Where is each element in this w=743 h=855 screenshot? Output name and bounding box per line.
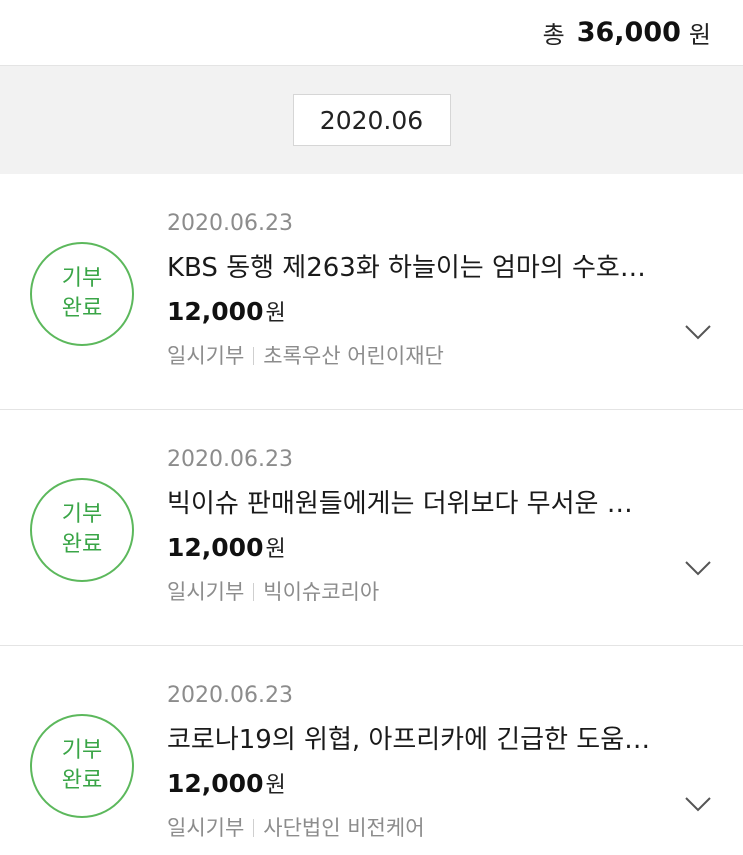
donation-amount-row: 12,000원 <box>167 530 683 566</box>
donation-amount: 12,000 <box>167 533 264 562</box>
donation-complete-badge: 기부 완료 <box>30 714 134 818</box>
badge-line2: 완료 <box>61 296 103 321</box>
donation-amount-unit: 원 <box>265 537 286 562</box>
donation-type: 일시기부 <box>167 344 245 368</box>
donation-date: 2020.06.23 <box>167 683 293 708</box>
donation-item: 기부 완료 2020.06.23 빅이슈 판매원들에게는 더위보다 무서운 … … <box>0 410 743 646</box>
donation-item: 기부 완료 2020.06.23 KBS 동행 제263화 하늘이는 엄마의 수… <box>0 174 743 410</box>
chevron-down-icon[interactable] <box>683 552 713 582</box>
donation-content: 2020.06.23 빅이슈 판매원들에게는 더위보다 무서운 … 12,000… <box>167 444 683 608</box>
total-unit: 원 <box>688 21 711 49</box>
donation-content: 2020.06.23 코로나19의 위협, 아프리카에 긴급한 도움… 12,0… <box>167 680 683 844</box>
month-band: 2020.06 <box>0 66 743 174</box>
total-amount: 36,000 <box>576 17 681 48</box>
donation-title[interactable]: 코로나19의 위협, 아프리카에 긴급한 도움… <box>167 722 683 758</box>
badge-line2: 완료 <box>61 768 103 793</box>
donation-amount-row: 12,000원 <box>167 294 683 330</box>
donation-organization: 초록우산 어린이재단 <box>263 344 444 368</box>
donation-amount-unit: 원 <box>265 773 286 798</box>
chevron-down-icon[interactable] <box>683 316 713 346</box>
donation-meta: 일시기부 초록우산 어린이재단 <box>167 340 683 372</box>
total-summary: 총 36,000 원 <box>0 0 743 66</box>
chevron-down-icon[interactable] <box>683 788 713 818</box>
donation-amount-row: 12,000원 <box>167 766 683 802</box>
donation-title[interactable]: KBS 동행 제263화 하늘이는 엄마의 수호… <box>167 250 683 286</box>
badge-line1: 기부 <box>61 738 103 763</box>
donation-amount: 12,000 <box>167 769 264 798</box>
donation-complete-badge: 기부 완료 <box>30 242 134 346</box>
badge-line1: 기부 <box>61 266 103 291</box>
donation-title[interactable]: 빅이슈 판매원들에게는 더위보다 무서운 … <box>167 486 683 522</box>
donation-amount: 12,000 <box>167 297 264 326</box>
total-label: 총 <box>542 21 565 49</box>
month-selector[interactable]: 2020.06 <box>292 94 451 146</box>
donation-organization: 빅이슈코리아 <box>263 580 380 604</box>
badge-line1: 기부 <box>61 502 103 527</box>
donation-item: 기부 완료 2020.06.23 코로나19의 위협, 아프리카에 긴급한 도움… <box>0 646 743 855</box>
meta-divider <box>253 819 255 837</box>
donation-type: 일시기부 <box>167 816 245 840</box>
donation-date: 2020.06.23 <box>167 211 293 236</box>
meta-divider <box>253 347 255 365</box>
donation-content: 2020.06.23 KBS 동행 제263화 하늘이는 엄마의 수호… 12,… <box>167 208 683 372</box>
donation-date: 2020.06.23 <box>167 447 293 472</box>
meta-divider <box>253 583 255 601</box>
donation-meta: 일시기부 사단법인 비전케어 <box>167 812 683 844</box>
donation-amount-unit: 원 <box>265 301 286 326</box>
donation-meta: 일시기부 빅이슈코리아 <box>167 576 683 608</box>
badge-line2: 완료 <box>61 532 103 557</box>
donation-complete-badge: 기부 완료 <box>30 478 134 582</box>
donation-type: 일시기부 <box>167 580 245 604</box>
donation-organization: 사단법인 비전케어 <box>263 816 425 840</box>
donation-list: 기부 완료 2020.06.23 KBS 동행 제263화 하늘이는 엄마의 수… <box>0 174 743 855</box>
